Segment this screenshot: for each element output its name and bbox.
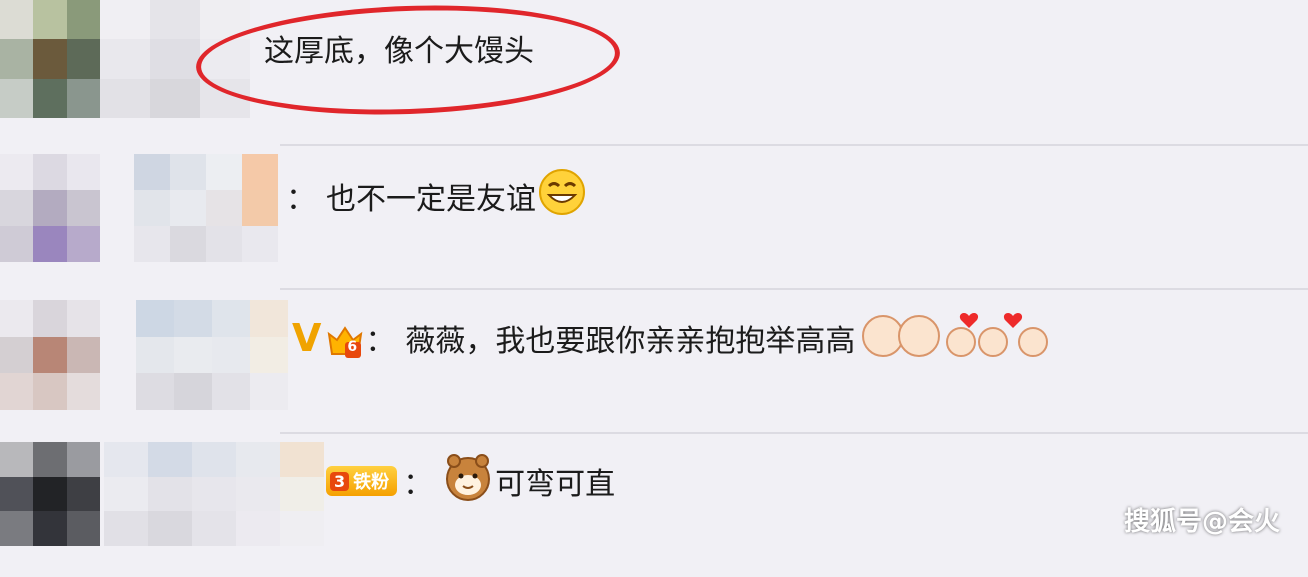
comment-body: ： 也不一定是友谊 [280,168,586,224]
avatar[interactable] [0,0,100,118]
username-blurred[interactable] [134,154,278,262]
comment-row: V 6 ： 薇薇，我也要跟你亲亲抱抱举高高 [0,290,1308,433]
vip-badge[interactable]: V [292,316,321,360]
hug-kiss-emoji-icon [857,308,1051,368]
comment-text: 也不一定是友谊 [326,182,536,217]
avatar[interactable] [0,154,100,262]
comment-text: 可弯可直 [495,467,616,502]
fan-level-badge[interactable]: 3 铁粉 [326,466,398,496]
avatar[interactable] [0,300,100,410]
comment-text: 这厚底，像个大馒头 [264,34,534,69]
fan-level-number: 3 [330,471,350,491]
comment-body: 这厚底，像个大馒头 [264,26,534,70]
comment-colon: ： [403,467,434,502]
comment-colon: ： [286,182,316,217]
grin-emoji-icon [538,168,586,224]
hamster-emoji-icon [443,452,493,510]
crown-level-icon: 6 [325,320,363,358]
comment-body: 3 铁粉 ： 可弯可直 [326,452,615,510]
comment-row: 3 铁粉 ： 可弯可直 [0,434,1308,577]
avatar[interactable] [0,442,100,546]
comment-colon: ： [365,324,396,359]
comment-row: ： 也不一定是友谊 [0,146,1308,289]
username-blurred[interactable] [136,300,288,410]
comment-body: V 6 ： 薇薇，我也要跟你亲亲抱抱举高高 [292,308,1051,368]
comment-row: 这厚底，像个大馒头 [0,0,1308,143]
watermark: 搜狐号@会火 [1123,507,1280,537]
crown-level-number: 6 [347,339,358,355]
username-blurred[interactable] [104,442,324,546]
fan-level-label: 铁粉 [353,472,390,493]
comment-text: 薇薇，我也要跟你亲亲抱抱举高高 [405,324,856,359]
